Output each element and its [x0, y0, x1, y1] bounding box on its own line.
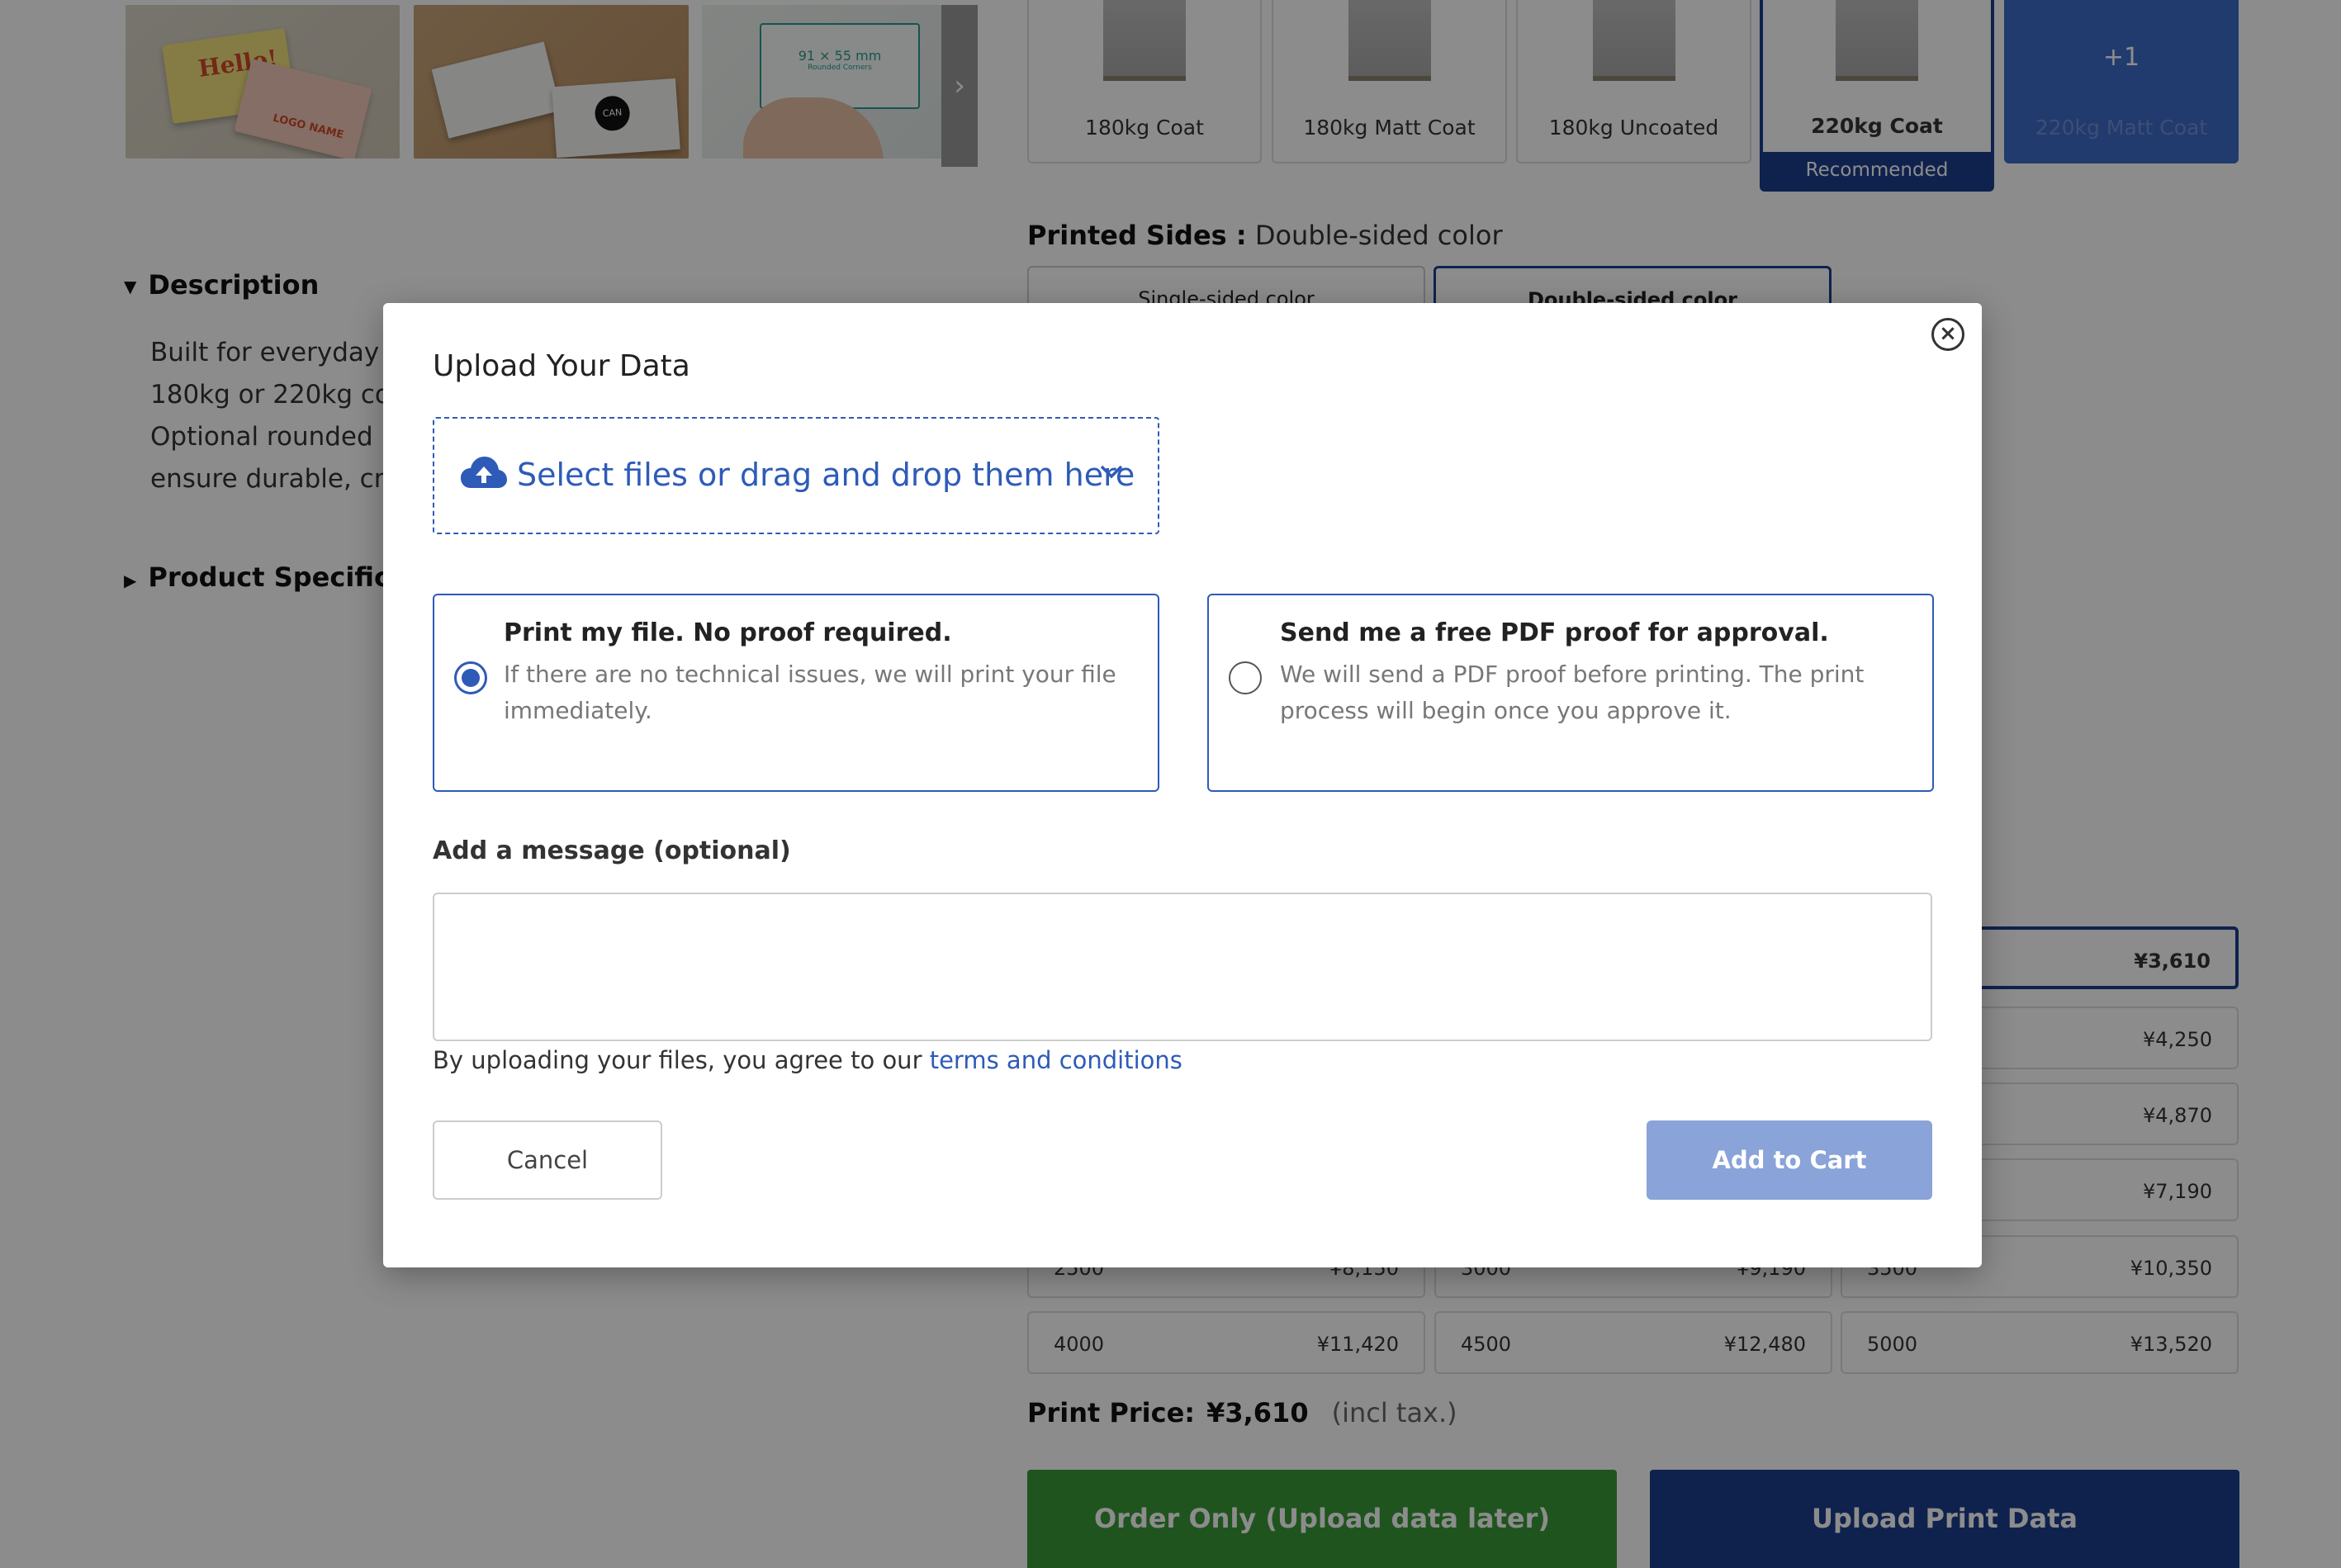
pdf-proof-radio[interactable] — [1229, 661, 1262, 694]
upload-data-dialog: Upload Your Data × Select files or drag … — [383, 303, 1982, 1267]
option-title: Send me a free PDF proof for approval. — [1280, 618, 1829, 647]
no-proof-radio[interactable] — [454, 661, 487, 694]
pdf-proof-option[interactable]: Send me a free PDF proof for approval. W… — [1207, 594, 1934, 792]
message-textarea[interactable] — [433, 893, 1932, 1041]
terms-notice: By uploading your files, you agree to ou… — [433, 1046, 1182, 1074]
cancel-button[interactable]: Cancel — [433, 1120, 662, 1200]
option-description: If there are no technical issues, we wil… — [504, 661, 1116, 724]
dropzone-text: Select files or drag and drop them here — [517, 457, 1135, 493]
terms-link[interactable]: terms and conditions — [930, 1046, 1182, 1074]
file-dropzone[interactable]: Select files or drag and drop them here — [433, 417, 1159, 534]
message-label: Add a message (optional) — [433, 836, 791, 865]
add-to-cart-button[interactable]: Add to Cart — [1647, 1120, 1932, 1200]
close-icon[interactable]: × — [1931, 318, 1964, 351]
option-description: We will send a PDF proof before printing… — [1280, 661, 1865, 724]
terms-text: By uploading your files, you agree to ou… — [433, 1046, 922, 1074]
no-proof-option[interactable]: Print my file. No proof required. If the… — [433, 594, 1159, 792]
option-title: Print my file. No proof required. — [504, 618, 952, 647]
chevron-down-icon — [1100, 465, 1123, 479]
dialog-title: Upload Your Data — [433, 349, 690, 383]
cloud-upload-icon — [461, 457, 507, 488]
